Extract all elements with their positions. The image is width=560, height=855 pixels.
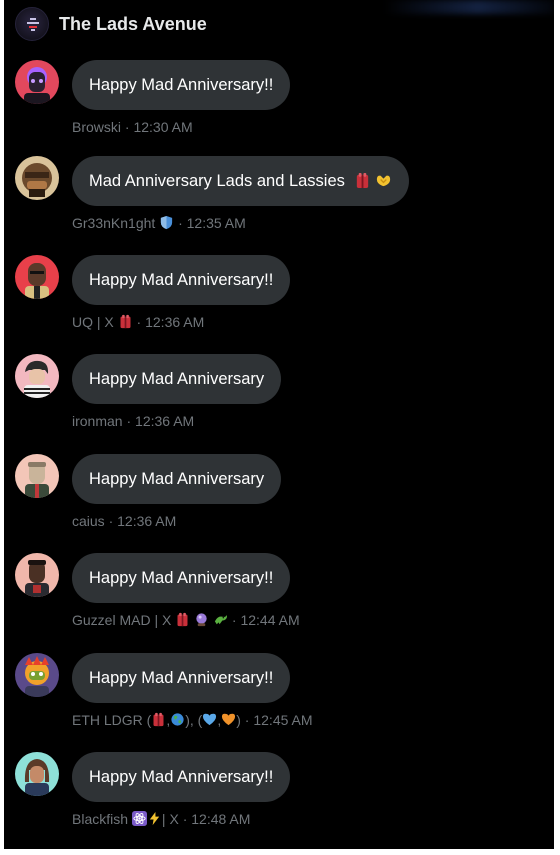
message-meta: Blackfish | X · 12:48 AM bbox=[72, 810, 250, 828]
separator: · bbox=[182, 811, 188, 827]
timestamp: 12:48 AM bbox=[191, 811, 251, 827]
message-meta: Browski · 12:30 AM bbox=[72, 118, 193, 136]
avatar[interactable] bbox=[15, 553, 59, 597]
avatar[interactable] bbox=[15, 60, 59, 104]
message-bubble[interactable]: Happy Mad Anniversary!! bbox=[72, 752, 291, 802]
message-meta: Gr33nKn1ght · 12:35 AM bbox=[72, 214, 246, 232]
sender-name[interactable]: Blackfish bbox=[72, 811, 128, 827]
message-item: Happy Mad Anniversary!! Blackfish | X · … bbox=[4, 752, 554, 842]
lightning-icon bbox=[149, 811, 160, 826]
message-item: Happy Mad Anniversary!! Browski · 12:30 … bbox=[4, 60, 554, 150]
message-bubble[interactable]: Happy Mad Anniversary!! bbox=[72, 60, 291, 110]
message-meta: ETH LDGR ( , ), ( , ) · 12:45 AM bbox=[72, 711, 313, 729]
message-bubble[interactable]: Happy Mad Anniversary!! bbox=[72, 255, 291, 305]
blue-heart-icon bbox=[203, 713, 217, 726]
message-item: Happy Mad Anniversary!! ETH LDGR ( , ), … bbox=[4, 653, 554, 743]
message-item: Happy Mad Anniversary caius · 12:36 AM bbox=[4, 454, 554, 544]
sender-name[interactable]: ETH LDGR ( bbox=[72, 712, 151, 728]
separator: · bbox=[126, 413, 132, 429]
red-gift-icon bbox=[177, 612, 188, 627]
message-bubble[interactable]: Happy Mad Anniversary bbox=[72, 354, 282, 404]
timestamp: 12:30 AM bbox=[133, 119, 193, 135]
sender-punct: ) bbox=[236, 712, 241, 728]
sender-name[interactable]: Guzzel MAD | X bbox=[72, 612, 171, 628]
separator: · bbox=[244, 712, 250, 728]
timestamp: 12:35 AM bbox=[186, 215, 246, 231]
separator: · bbox=[136, 314, 142, 330]
red-gift-icon bbox=[356, 172, 368, 189]
crystal-ball-icon bbox=[196, 613, 207, 627]
orange-heart-icon bbox=[222, 713, 236, 726]
red-gift-icon bbox=[120, 314, 131, 329]
timestamp: 12:45 AM bbox=[253, 712, 313, 728]
message-bubble[interactable]: Happy Mad Anniversary!! bbox=[72, 553, 291, 603]
heart-hands-icon bbox=[376, 175, 391, 187]
sender-punct: ), ( bbox=[185, 712, 203, 728]
message-bubble[interactable]: Happy Mad Anniversary!! bbox=[72, 653, 291, 703]
separator: · bbox=[108, 513, 114, 529]
message-text: Mad Anniversary Lads and Lassies bbox=[89, 172, 345, 190]
message-item: Happy Mad Anniversary!! Guzzel MAD | X ·… bbox=[4, 553, 554, 643]
conversation-header[interactable]: The Lads Avenue bbox=[4, 0, 554, 48]
globe-icon bbox=[171, 713, 184, 726]
avatar[interactable] bbox=[15, 752, 59, 796]
message-meta: Guzzel MAD | X · 12:44 AM bbox=[72, 611, 300, 629]
sender-name[interactable]: ironman bbox=[72, 413, 123, 429]
group-avatar[interactable] bbox=[15, 7, 49, 41]
avatar[interactable] bbox=[15, 156, 59, 200]
avatar[interactable] bbox=[15, 354, 59, 398]
timestamp: 12:36 AM bbox=[145, 314, 205, 330]
timestamp: 12:36 AM bbox=[135, 413, 195, 429]
sender-name[interactable]: UQ | X bbox=[72, 314, 114, 330]
separator: · bbox=[178, 215, 183, 231]
sender-name[interactable]: caius bbox=[72, 513, 105, 529]
red-gift-icon bbox=[153, 712, 164, 727]
shield-icon bbox=[161, 215, 173, 230]
sender-name[interactable]: Gr33nKn1ght bbox=[72, 215, 155, 231]
message-item: Mad Anniversary Lads and Lassies Gr33nKn… bbox=[4, 156, 554, 246]
message-bubble[interactable]: Happy Mad Anniversary bbox=[72, 454, 282, 504]
separator: · bbox=[124, 119, 130, 135]
avatar[interactable] bbox=[15, 653, 59, 697]
conversation-title: The Lads Avenue bbox=[59, 14, 207, 34]
avatar[interactable] bbox=[15, 255, 59, 299]
atom-icon bbox=[131, 811, 147, 826]
separator: · bbox=[231, 612, 237, 628]
sender-suffix: | X bbox=[161, 811, 179, 827]
lizard-icon bbox=[214, 614, 228, 625]
message-meta: UQ | X · 12:36 AM bbox=[72, 313, 204, 331]
message-meta: caius · 12:36 AM bbox=[72, 512, 176, 530]
lads-avenue-logo-icon bbox=[27, 18, 39, 31]
timestamp: 12:44 AM bbox=[240, 612, 300, 628]
message-meta: ironman · 12:36 AM bbox=[72, 412, 194, 430]
timestamp: 12:36 AM bbox=[117, 513, 177, 529]
sender-name[interactable]: Browski bbox=[72, 119, 121, 135]
message-item: Happy Mad Anniversary!! UQ | X · 12:36 A… bbox=[4, 255, 554, 345]
message-item: Happy Mad Anniversary ironman · 12:36 AM bbox=[4, 354, 554, 444]
avatar[interactable] bbox=[15, 454, 59, 498]
chat-window: The Lads Avenue Happy Mad Anniversary!! … bbox=[4, 0, 554, 849]
message-bubble[interactable]: Mad Anniversary Lads and Lassies bbox=[72, 156, 410, 206]
